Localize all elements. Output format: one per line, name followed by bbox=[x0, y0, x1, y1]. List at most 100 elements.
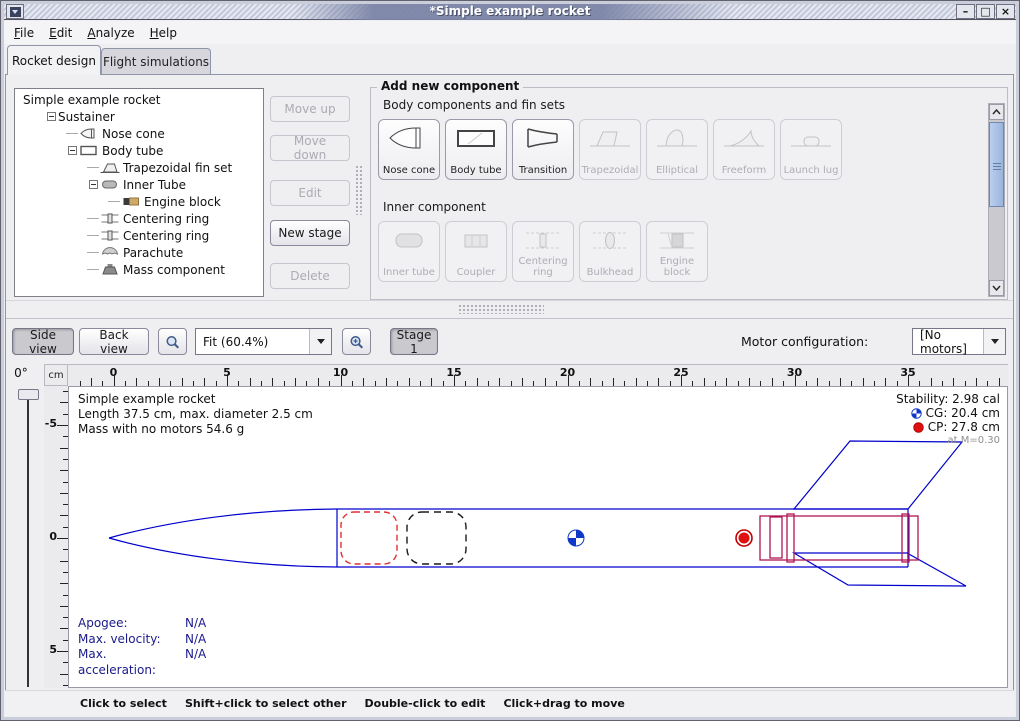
menu-edit[interactable]: Edit bbox=[49, 24, 79, 42]
mass-component-outline[interactable] bbox=[407, 512, 466, 564]
flight-estimate-row: Max. acceleration:N/A bbox=[78, 647, 206, 678]
new-stage-button[interactable]: New stage bbox=[270, 220, 350, 246]
fin-lower[interactable] bbox=[794, 553, 966, 586]
cp-marker bbox=[736, 530, 752, 546]
bulkhead-lg-icon bbox=[588, 226, 632, 254]
flight-estimate-row: Apogee:N/A bbox=[78, 616, 206, 632]
tick bbox=[658, 378, 659, 386]
flight-estimates: Apogee:N/AMax. velocity:N/AMax. accelera… bbox=[78, 616, 206, 678]
tree-item-nose-cone[interactable]: Nose cone bbox=[15, 125, 263, 142]
component-scrollbar[interactable] bbox=[988, 103, 1005, 297]
add-engine-block-button: Engine block bbox=[646, 221, 708, 282]
tree-item-label: Centering ring bbox=[123, 229, 209, 243]
panel-divider2 bbox=[6, 318, 1013, 319]
zoom-level-value: Fit (60.4%) bbox=[196, 335, 309, 349]
panel-divider bbox=[6, 300, 1013, 301]
add-centering-ring-button: Centering ring bbox=[512, 221, 574, 282]
tree-item-parachute[interactable]: Parachute bbox=[15, 244, 263, 261]
zoom-level-combo[interactable]: Fit (60.4%) bbox=[195, 328, 332, 355]
rotation-slider-track[interactable] bbox=[27, 400, 29, 687]
tick bbox=[57, 651, 68, 652]
centering-ring-front[interactable] bbox=[787, 514, 794, 562]
tick bbox=[386, 378, 387, 386]
motor-configuration-combo[interactable]: [No motors] bbox=[912, 328, 1006, 355]
tab-flight-simulations[interactable]: Flight simulations bbox=[101, 48, 211, 74]
maximize-button[interactable]: □ bbox=[976, 4, 995, 19]
horizontal-splitter-grip[interactable] bbox=[458, 304, 544, 314]
chevron-down-icon[interactable] bbox=[983, 329, 1005, 354]
launch-lug-lg-icon bbox=[789, 124, 833, 152]
flight-label: Apogee: bbox=[78, 616, 185, 632]
tree-item-inner-tube[interactable]: Inner Tube bbox=[15, 176, 263, 193]
tick bbox=[60, 448, 68, 449]
cg-marker bbox=[568, 530, 584, 546]
tree-item-centering-ring[interactable]: Centering ring bbox=[15, 210, 263, 227]
engine-block-outline[interactable] bbox=[770, 517, 782, 558]
tick bbox=[840, 378, 841, 386]
tree-item-label: Engine block bbox=[144, 195, 221, 209]
tick bbox=[931, 378, 932, 386]
scroll-up-icon[interactable] bbox=[989, 104, 1004, 120]
nose-cone-outline-top[interactable] bbox=[109, 509, 337, 538]
rocket-name: Simple example rocket bbox=[78, 392, 313, 407]
menu-file[interactable]: File bbox=[14, 24, 41, 42]
rotation-slider-handle[interactable] bbox=[18, 389, 39, 400]
zoom-out-button[interactable] bbox=[158, 328, 187, 355]
centering-ring-lg-icon bbox=[521, 226, 565, 254]
h-ruler-label: 25 bbox=[673, 366, 688, 379]
tree-item-label: Nose cone bbox=[102, 127, 165, 141]
tree-expander-icon[interactable] bbox=[68, 146, 77, 155]
tree-item-label: Sustainer bbox=[58, 110, 115, 124]
add-nose-cone-button[interactable]: Nose cone bbox=[378, 119, 440, 180]
nose-cone-outline-bottom[interactable] bbox=[109, 538, 337, 567]
tick bbox=[250, 378, 251, 386]
scroll-down-icon[interactable] bbox=[989, 280, 1004, 296]
tick bbox=[999, 378, 1000, 386]
v-ruler-label: 5 bbox=[49, 643, 57, 656]
tick bbox=[704, 378, 705, 386]
tree-item-mass-component[interactable]: Mass component bbox=[15, 261, 263, 278]
chevron-down-icon[interactable] bbox=[309, 329, 331, 354]
component-button-label: Nose cone bbox=[383, 166, 435, 177]
tree-item-body-tube[interactable]: Body tube bbox=[15, 142, 263, 159]
tree-item-sustainer[interactable]: Sustainer bbox=[15, 108, 263, 125]
menu-help[interactable]: Help bbox=[150, 24, 184, 42]
rocket-canvas[interactable]: Simple example rocket Length 37.5 cm, ma… bbox=[68, 386, 1008, 688]
tick bbox=[60, 674, 68, 675]
back-view-button[interactable]: Back view bbox=[79, 328, 149, 355]
tree-expander-icon[interactable] bbox=[89, 180, 98, 189]
tree-item-centering-ring[interactable]: Centering ring bbox=[15, 227, 263, 244]
fin-upper[interactable] bbox=[794, 441, 962, 509]
tick bbox=[295, 378, 296, 386]
tick bbox=[91, 378, 92, 386]
tick bbox=[772, 378, 773, 386]
add-transition-button[interactable]: Transition bbox=[512, 119, 574, 180]
zoom-in-button[interactable] bbox=[342, 328, 371, 355]
tick bbox=[726, 378, 727, 386]
minimize-button[interactable]: – bbox=[956, 4, 975, 19]
cp-value: CP: 27.8 cm bbox=[928, 420, 1000, 434]
tick bbox=[409, 378, 410, 386]
scrollbar-thumb[interactable] bbox=[989, 122, 1004, 207]
tree-item-simple-example-rocket[interactable]: Simple example rocket bbox=[15, 91, 263, 108]
side-view-button[interactable]: Side view bbox=[12, 328, 74, 355]
tree-expander-icon[interactable] bbox=[47, 112, 56, 121]
close-button[interactable]: × bbox=[996, 4, 1015, 19]
tick bbox=[953, 378, 954, 386]
tab-rocket-design[interactable]: Rocket design bbox=[7, 45, 101, 75]
component-button-label: Bulkhead bbox=[587, 268, 634, 279]
tree-item-engine-block[interactable]: Engine block bbox=[15, 193, 263, 210]
tree-item-trapezoidal-fin-set[interactable]: Trapezoidal fin set bbox=[15, 159, 263, 176]
flight-value: N/A bbox=[185, 647, 206, 678]
title-bar[interactable]: *Simple example rocket – □ × bbox=[4, 3, 1016, 20]
parachute-outline[interactable] bbox=[341, 512, 397, 564]
stage-1-toggle[interactable]: Stage 1 bbox=[390, 328, 438, 355]
status-hint: Click+drag to move bbox=[503, 697, 624, 710]
add-body-tube-button[interactable]: Body tube bbox=[445, 119, 507, 180]
h-ruler-label: 15 bbox=[446, 366, 461, 379]
add-elliptical-button: Elliptical bbox=[646, 119, 708, 180]
vertical-splitter-grip[interactable] bbox=[355, 165, 364, 215]
inner-component-row: Inner tubeCouplerCentering ringBulkheadE… bbox=[378, 221, 713, 282]
rocket-mass: Mass with no motors 54.6 g bbox=[78, 422, 313, 437]
menu-analyze[interactable]: Analyze bbox=[87, 24, 141, 42]
